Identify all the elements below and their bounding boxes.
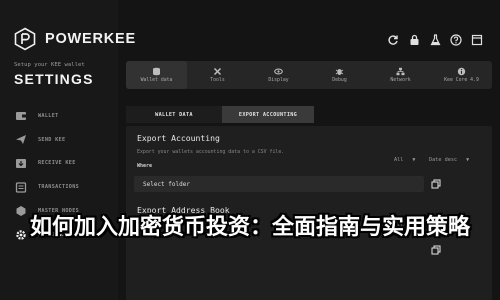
tab-label: Wallet data — [140, 78, 173, 83]
receive-icon — [14, 156, 28, 170]
window-toolbar — [381, 31, 486, 49]
brand-logo: POWERKEE — [13, 27, 136, 51]
flask-icon[interactable] — [426, 31, 444, 49]
accounting-sort-value: Date desc — [429, 157, 458, 163]
tab-display[interactable]: Display — [248, 61, 309, 89]
tab-wallet-data[interactable]: Wallet data — [126, 61, 187, 89]
copy-icon[interactable] — [430, 244, 442, 256]
powerkee-logo-icon — [14, 27, 36, 51]
transactions-icon — [14, 180, 28, 194]
wallet-data-subtabs: WALLET DATA EXPORT ACCOUNTING — [126, 106, 314, 123]
page-title: SETTINGS — [14, 71, 94, 87]
setup-caption: Setup your KEE wallet — [14, 62, 85, 68]
refresh-icon[interactable] — [384, 31, 402, 49]
info-icon — [457, 67, 467, 76]
overlay-caption: 如何加入加密货币投资：全面指南与实用策略 — [29, 215, 470, 240]
export-accounting-where-label: Where — [137, 163, 153, 169]
copy-icon[interactable] — [430, 178, 442, 190]
accounting-folder-field[interactable]: Select folder — [134, 176, 424, 192]
accounting-sort-select[interactable]: Date desc ▼ — [429, 157, 469, 163]
display-icon — [274, 67, 284, 76]
tab-kee-core[interactable]: Kee Core 4.9 — [431, 61, 492, 89]
sidebar-item-label: TRANSACTIONS — [38, 184, 80, 191]
help-icon[interactable] — [447, 31, 465, 49]
window-icon[interactable] — [468, 31, 486, 49]
folder-field-value: Select folder — [143, 180, 190, 188]
sidebar-item-wallet[interactable]: WALLET — [14, 104, 114, 128]
chevron-down-icon: ▼ — [466, 157, 470, 163]
database-icon — [152, 67, 162, 76]
tab-label: Debug — [332, 78, 347, 83]
export-accounting-title: Export Accounting — [137, 133, 220, 143]
brand-name: POWERKEE — [45, 31, 136, 47]
tab-network[interactable]: Network — [370, 61, 431, 89]
subtab-wallet-data[interactable]: WALLET DATA — [126, 106, 222, 123]
settings-tabbar: Wallet data Tools Display Debug Network … — [126, 61, 492, 89]
wallet-icon — [14, 109, 28, 123]
accounting-filter-value: All — [394, 157, 404, 163]
accounting-filter-select[interactable]: All ▼ — [394, 157, 415, 163]
sidebar-item-label: RECEIVE KEE — [38, 160, 76, 167]
tab-tools[interactable]: Tools — [187, 61, 248, 89]
send-icon — [14, 133, 28, 147]
export-accounting-description: Export your wallets accounting data to a… — [137, 149, 285, 155]
sidebar-item-label: WALLET — [38, 112, 59, 119]
tab-debug[interactable]: Debug — [309, 61, 370, 89]
sidebar: POWERKEE Setup your KEE wallet SETTINGS … — [0, 0, 135, 300]
chevron-down-icon: ▼ — [412, 157, 416, 163]
tab-label: Display — [268, 78, 289, 83]
sidebar-item-receive-kee[interactable]: RECEIVE KEE — [14, 152, 114, 176]
lock-icon[interactable] — [405, 31, 423, 49]
sidebar-item-send-kee[interactable]: SEND KEE — [14, 128, 114, 152]
subtab-export-accounting[interactable]: EXPORT ACCOUNTING — [222, 106, 314, 123]
tools-icon — [213, 67, 223, 76]
sidebar-item-label: SEND KEE — [38, 136, 66, 143]
tab-label: Network — [390, 78, 411, 83]
debug-icon — [335, 67, 345, 76]
tab-label: Tools — [210, 78, 225, 83]
network-icon — [396, 67, 406, 76]
sidebar-item-transactions[interactable]: TRANSACTIONS — [14, 175, 114, 199]
tab-label: Kee Core 4.9 — [444, 78, 479, 83]
